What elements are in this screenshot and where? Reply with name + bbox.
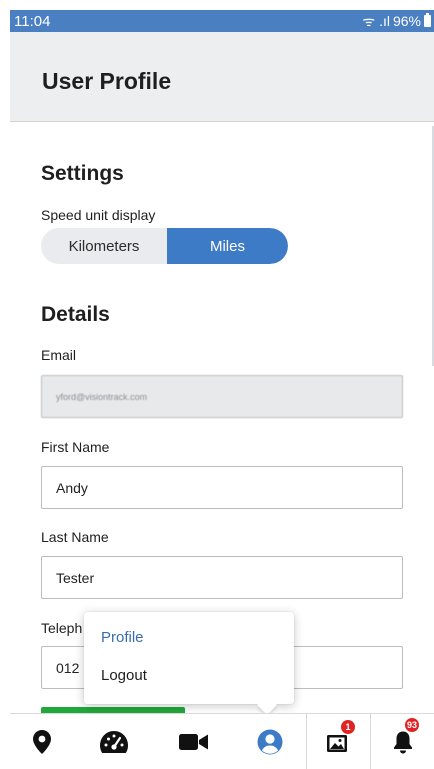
page-header: User Profile: [10, 32, 434, 122]
nav-notifications[interactable]: 93: [370, 714, 434, 769]
speedometer-icon: [100, 730, 128, 753]
nav-gallery[interactable]: 1: [306, 714, 370, 769]
nav-profile[interactable]: [234, 714, 306, 769]
first-name-field[interactable]: [41, 466, 403, 509]
map-marker-icon: [33, 729, 51, 754]
miles-option[interactable]: Miles: [167, 228, 288, 264]
battery-percent: 96%: [392, 13, 421, 29]
menu-item-profile[interactable]: Profile: [101, 629, 144, 646]
gallery-badge: 1: [341, 720, 355, 734]
battery-icon: [424, 13, 431, 27]
telephone-label: Teleph: [41, 620, 83, 636]
first-name-label: First Name: [41, 439, 110, 455]
page-title: User Profile: [42, 68, 172, 94]
status-time: 11:04: [14, 12, 51, 30]
nav-locations[interactable]: [10, 714, 74, 769]
bottom-navigation: 1 93: [10, 713, 434, 769]
status-bar: 11:04 ᯤ .ıl 96%: [10, 10, 434, 32]
profile-popup-menu: Profile Logout: [84, 612, 294, 704]
menu-item-logout[interactable]: Logout: [101, 667, 147, 684]
nav-dashboard[interactable]: [74, 714, 154, 769]
speed-unit-label: Speed unit display: [41, 207, 156, 223]
last-name-field[interactable]: [41, 556, 403, 599]
email-field: [41, 375, 403, 418]
details-heading: Details: [41, 303, 110, 326]
email-label: Email: [41, 347, 77, 363]
status-indicators: ᯤ .ıl 96%: [362, 12, 431, 31]
settings-heading: Settings: [41, 162, 124, 185]
speed-unit-toggle: Kilometers Miles: [41, 228, 288, 264]
notifications-badge: 93: [405, 718, 420, 732]
signal-icon: ᯤ .ıl: [362, 12, 390, 29]
kilometers-option[interactable]: Kilometers: [41, 228, 167, 264]
video-camera-icon: [179, 733, 208, 750]
user-circle-icon: [257, 729, 283, 754]
bell-icon: [393, 731, 412, 753]
last-name-label: Last Name: [41, 529, 109, 545]
nav-video[interactable]: [154, 714, 234, 769]
